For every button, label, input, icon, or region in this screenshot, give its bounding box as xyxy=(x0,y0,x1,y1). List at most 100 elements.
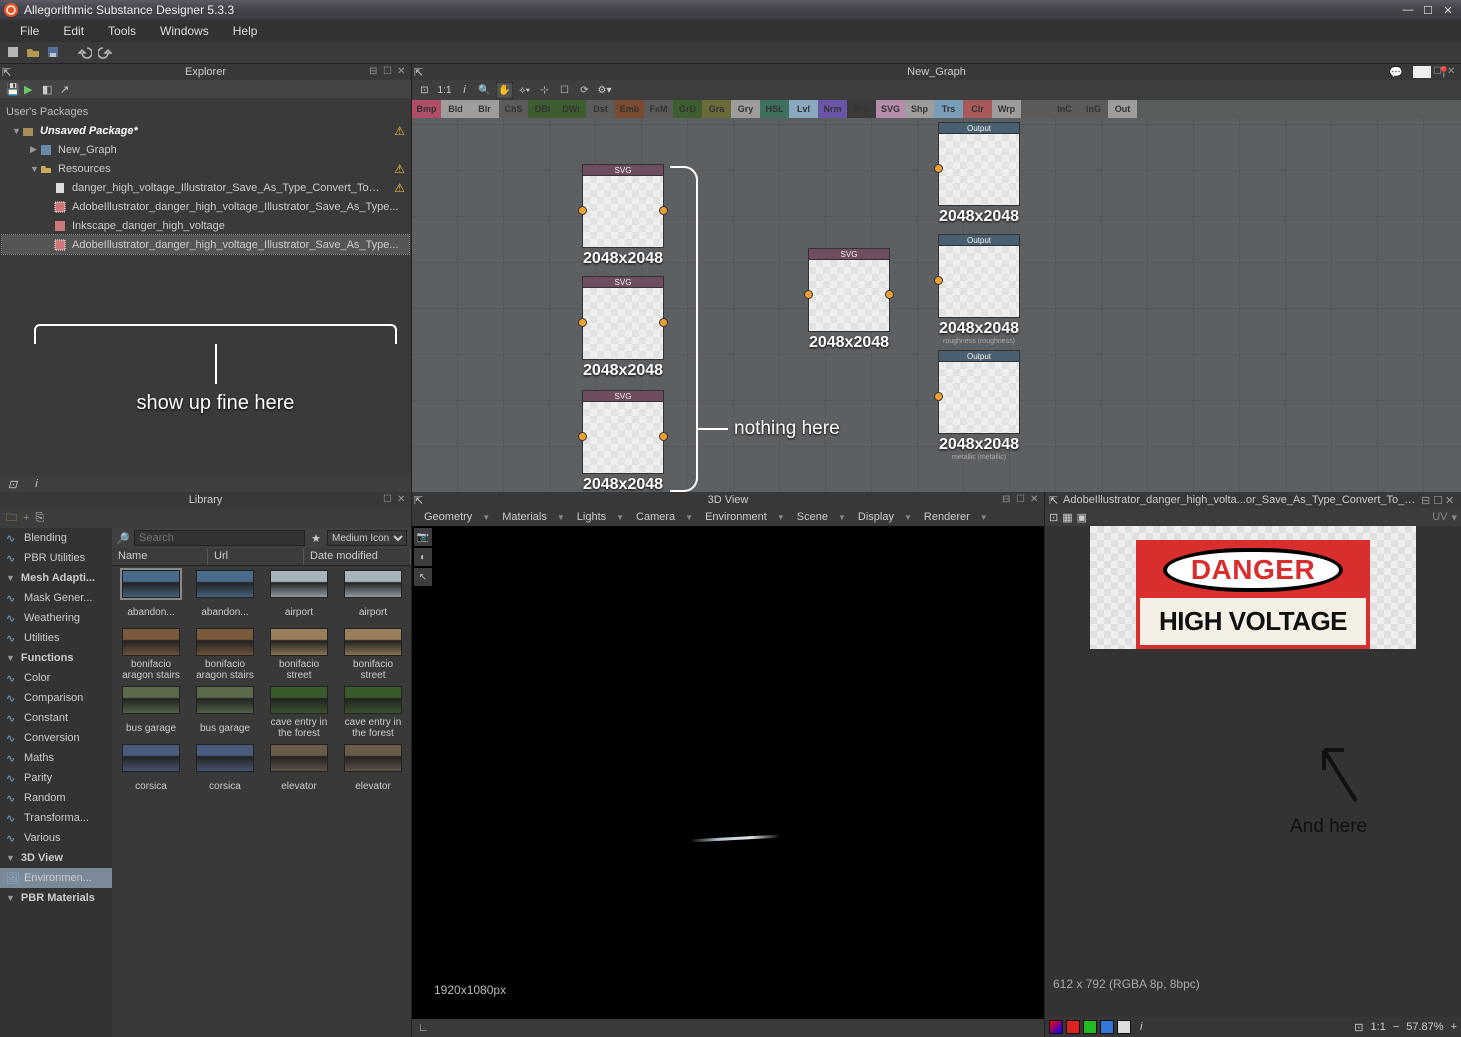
camera-tool-icon[interactable]: 📷 xyxy=(414,528,432,546)
pin-icon[interactable]: ⊟ xyxy=(1421,494,1433,507)
3d-menu-materials[interactable]: Materials xyxy=(496,511,553,523)
ratio-label[interactable]: 1:1 xyxy=(1367,1021,1390,1033)
favorite-icon[interactable]: ★ xyxy=(309,532,323,545)
r-swatch[interactable] xyxy=(1066,1020,1080,1034)
tree-package[interactable]: ▼ Unsaved Package* ⚠ xyxy=(2,121,409,140)
pin-toolbar-icon[interactable]: 📍 xyxy=(1437,66,1455,80)
tile-icon[interactable]: ▦ xyxy=(1062,511,1072,524)
folder-icon[interactable]: 🗀 xyxy=(6,509,17,528)
pin-icon[interactable]: ⊟ xyxy=(369,66,381,78)
3d-viewport[interactable]: 📷 ◐ ↖ 1920x1080px xyxy=(412,526,1044,1019)
refresh-icon[interactable]: ⟳ xyxy=(576,82,593,99)
category-maths[interactable]: ∿Maths xyxy=(0,748,112,768)
maximize-panel-icon[interactable]: ☐ xyxy=(1016,494,1028,506)
snap-icon[interactable]: ☐ xyxy=(556,82,573,99)
detach-icon[interactable]: ⇱ xyxy=(414,66,423,79)
menu-tools[interactable]: Tools xyxy=(96,22,148,40)
undo-icon[interactable] xyxy=(78,45,94,61)
palette-hsl[interactable]: HSL xyxy=(760,100,789,118)
close-panel-icon[interactable]: ✕ xyxy=(1030,494,1042,506)
category-mesh-adapti-[interactable]: ▼ Mesh Adapti... xyxy=(0,568,112,588)
open-icon[interactable] xyxy=(26,45,42,61)
import-icon[interactable]: ⎘ xyxy=(35,512,44,525)
zoom-out-icon[interactable]: − xyxy=(1393,1021,1399,1033)
category-environmen-[interactable]: 🖼Environmen... xyxy=(0,868,112,888)
3d-menu-display[interactable]: Display xyxy=(852,511,900,523)
category-pbr-materials[interactable]: ▼ PBR Materials xyxy=(0,888,112,908)
graph-node-svg[interactable]: SVG 2048x2048 xyxy=(808,248,890,352)
category-mask-gener-[interactable]: ∿Mask Gener... xyxy=(0,588,112,608)
zoom-in-icon[interactable]: + xyxy=(1451,1021,1457,1033)
thumbnail-item[interactable]: elevator xyxy=(270,744,328,798)
palette-dbl[interactable]: DBl xyxy=(528,100,557,118)
maximize-panel-icon[interactable]: ☐ xyxy=(383,494,395,506)
category-color[interactable]: ∿Color xyxy=(0,668,112,688)
3d-menu-environment[interactable]: Environment xyxy=(699,511,773,523)
palette-fxm[interactable]: FxM xyxy=(644,100,673,118)
2d-viewport[interactable]: DANGER HIGH VOLTAGE And here xyxy=(1090,526,1416,649)
palette-chs[interactable]: ChS xyxy=(499,100,528,118)
palette-lvl[interactable]: Lvl xyxy=(789,100,818,118)
tree-resource-item[interactable]: danger_high_voltage_Illustrator_Save_As_… xyxy=(2,178,409,197)
palette-pix[interactable]: Pix xyxy=(847,100,876,118)
minimize-button[interactable]: — xyxy=(1399,3,1417,17)
maximize-panel-icon[interactable]: ☐ xyxy=(1433,494,1445,507)
thumbnail-item[interactable]: abandon... xyxy=(122,570,180,624)
menu-windows[interactable]: Windows xyxy=(148,22,221,40)
tree-resource-item[interactable]: AdobeIllustrator_danger_high_voltage_Ill… xyxy=(2,197,409,216)
palette-gry[interactable]: Gry xyxy=(731,100,760,118)
palette-sep[interactable] xyxy=(1021,100,1050,118)
category-comparison[interactable]: ∿Comparison xyxy=(0,688,112,708)
detach-icon[interactable]: ⇱ xyxy=(414,494,423,507)
axis-icon[interactable]: ∟ xyxy=(418,1022,429,1034)
3d-menu-renderer[interactable]: Renderer xyxy=(918,511,976,523)
category-pbr-utilities[interactable]: ∿PBR Utilities xyxy=(0,548,112,568)
category-random[interactable]: ∿Random xyxy=(0,788,112,808)
a-swatch[interactable] xyxy=(1117,1020,1131,1034)
graph-node-svg[interactable]: SVG 2048x2048 xyxy=(582,390,664,492)
palette-gra[interactable]: Gra xyxy=(702,100,731,118)
palette-dwr[interactable]: DWr xyxy=(557,100,586,118)
category-transforma-[interactable]: ∿Transforma... xyxy=(0,808,112,828)
menu-help[interactable]: Help xyxy=(221,22,270,40)
palette-out[interactable]: Out xyxy=(1108,100,1137,118)
detach-icon[interactable]: ⇱ xyxy=(2,66,11,79)
thumbnail-item[interactable]: bonifacio street xyxy=(270,628,328,682)
maximize-panel-icon[interactable]: ☐ xyxy=(383,66,395,78)
g-swatch[interactable] xyxy=(1083,1020,1097,1034)
channel-icon[interactable]: ⊡ xyxy=(1049,511,1058,524)
category-parity[interactable]: ∿Parity xyxy=(0,768,112,788)
palette-emb[interactable]: Emb xyxy=(615,100,644,118)
uv-dropdown-icon[interactable]: ▾ xyxy=(1451,511,1457,524)
thumbnail-item[interactable]: airport xyxy=(344,570,402,624)
save-pkg-icon[interactable]: 💾 xyxy=(6,83,18,95)
thumbnail-item[interactable]: elevator xyxy=(344,744,402,798)
rgba-swatch[interactable] xyxy=(1049,1020,1063,1034)
palette-inc[interactable]: InC xyxy=(1050,100,1079,118)
graph-node-output[interactable]: Output 2048x2048 metallic (metallic) xyxy=(938,350,1020,461)
palette-ing[interactable]: InG xyxy=(1079,100,1108,118)
info-icon[interactable]: i xyxy=(456,82,473,99)
grid-icon[interactable]: ⊹ xyxy=(536,82,553,99)
thumbnail-item[interactable]: airport xyxy=(270,570,328,624)
palette-grd[interactable]: GrD xyxy=(673,100,702,118)
3d-menu-geometry[interactable]: Geometry xyxy=(418,511,478,523)
search-input[interactable] xyxy=(134,530,305,546)
palette-trs[interactable]: Trs xyxy=(934,100,963,118)
b-swatch[interactable] xyxy=(1100,1020,1114,1034)
palette-clr[interactable]: Clr xyxy=(963,100,992,118)
close-button[interactable]: ✕ xyxy=(1439,3,1457,17)
category-conversion[interactable]: ∿Conversion xyxy=(0,728,112,748)
graph-node-output[interactable]: Output 2048x2048 xyxy=(938,122,1020,226)
cursor-tool-icon[interactable]: ↖ xyxy=(414,568,432,586)
tree-resource-item[interactable]: Inkscape_danger_high_voltage xyxy=(2,216,409,235)
frame-icon[interactable] xyxy=(1413,66,1431,78)
palette-dst[interactable]: Dst xyxy=(586,100,615,118)
thumbnail-item[interactable]: bonifacio aragon stairs xyxy=(196,628,254,682)
play-icon[interactable]: ▶ xyxy=(24,83,36,95)
category-functions[interactable]: ▼ Functions xyxy=(0,648,112,668)
tree-graph[interactable]: ▶ New_Graph xyxy=(2,140,409,159)
tree-resources[interactable]: ▼ Resources ⚠ xyxy=(2,159,409,178)
category-blending[interactable]: ∿Blending xyxy=(0,528,112,548)
hand-icon[interactable]: ✋ xyxy=(496,82,513,99)
